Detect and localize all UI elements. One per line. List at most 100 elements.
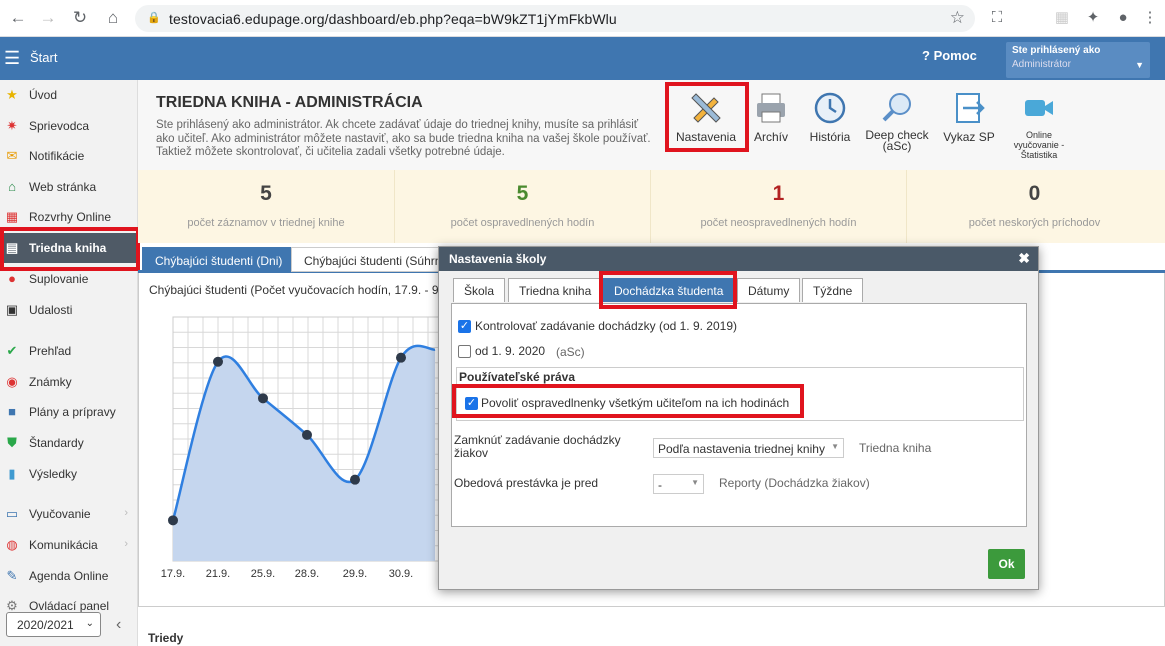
browser-toolbar: ← → ↻ ⌂ 🔒 testovacia6.edupage.org/dashbo…	[0, 0, 1165, 37]
x-tick-label: 25.9.	[251, 568, 275, 580]
lock-attendance-select[interactable]: Podľa nastavenia triednej knihy ▼	[653, 438, 844, 458]
chart: 17.9. 21.9. 25.9. 28.9. 29.9. 30.9.	[161, 316, 439, 580]
bar-chart-icon: ▮	[8, 466, 16, 481]
stat-records: 5 počet záznamov v triednej knihe	[138, 170, 394, 243]
archive-label: Archív	[753, 130, 788, 144]
year-value: 2020/2021	[17, 618, 74, 632]
chevron-down-icon: ⌄	[85, 618, 94, 629]
stat-value: 1	[772, 182, 785, 205]
stat-value: 0	[1028, 182, 1041, 205]
lock-icon: 🔒	[147, 12, 161, 24]
sidebar-item-komunikacia[interactable]: ◍ Komunikácia ›	[0, 530, 138, 560]
chart-point[interactable]	[258, 393, 268, 404]
lunch-break-label: Obedová prestávka je pred	[454, 476, 599, 490]
dialog-title: Nastavenia školy	[449, 252, 547, 266]
online-stats-button[interactable]: Online vyučovanie - Štatistika	[1004, 88, 1074, 160]
profile-icon[interactable]: ●	[1113, 8, 1133, 28]
sidebar-item-label: Web stránka	[29, 180, 97, 194]
envelope-icon: ✉	[6, 148, 18, 163]
chart-point[interactable]	[302, 429, 312, 440]
deep-check-button[interactable]: Deep check (aSc)	[862, 88, 932, 158]
ok-button[interactable]: Ok	[988, 549, 1025, 579]
lunch-break-select[interactable]: - ▼	[653, 474, 704, 494]
close-icon[interactable]: ✖	[1018, 250, 1030, 267]
chart-point[interactable]	[350, 474, 360, 485]
sidebar-item-label: Udalosti	[29, 303, 73, 317]
reload-icon[interactable]: ↻	[70, 8, 90, 28]
url-text: testovacia6.edupage.org/dashboard/eb.php…	[169, 11, 617, 27]
sidebar-item-uvod[interactable]: ★ Úvod	[0, 80, 138, 110]
sidebar-item-vysledky[interactable]: ▮ Výsledky	[0, 459, 138, 489]
settings-button[interactable]: Nastavenia	[671, 88, 741, 158]
user-role: Administrátor	[1012, 59, 1071, 70]
question-icon: ?	[922, 48, 934, 63]
magnifier-icon	[882, 93, 911, 122]
sidebar-item-suplovanie[interactable]: ● Suplovanie	[0, 264, 138, 294]
puzzle-icon[interactable]: ✦	[1083, 8, 1103, 28]
tab-skola[interactable]: Škola	[453, 278, 506, 302]
sidebar-item-label: Agenda Online	[29, 569, 109, 583]
sidebar-item-plany[interactable]: ■ Plány a prípravy	[0, 397, 138, 427]
check-attendance-control[interactable]: ✓	[458, 320, 471, 333]
user-rights-group: Používateľské práva ✓ Povoliť ospravedln…	[456, 367, 1024, 421]
x-tick-label: 21.9.	[206, 568, 230, 580]
school-settings-dialog: Nastavenia školy ✖ Škola Triedna kniha D…	[438, 246, 1039, 590]
collapse-sidebar-icon[interactable]: ‹	[116, 616, 121, 634]
tab-missing-days[interactable]: Chýbajúci študenti (Dni)	[142, 247, 296, 272]
sidebar-item-vyucovanie[interactable]: ▭ Vyučovanie ›	[0, 499, 138, 529]
caret-down-icon: ▼	[691, 478, 699, 487]
home-icon[interactable]: ⌂	[103, 8, 123, 28]
year-select[interactable]: 2020/2021 ⌄	[6, 612, 101, 637]
bookmark-star-icon[interactable]: ☆	[950, 8, 965, 28]
grade-icon: ◉	[6, 374, 18, 389]
sidebar-item-udalosti[interactable]: ▣ Udalosti	[0, 295, 138, 325]
extension-icon[interactable]: ▦	[1052, 8, 1072, 28]
sidebar-item-rozvrhy[interactable]: ▦ Rozvrhy Online	[0, 202, 138, 232]
check-allow-excuses[interactable]: ✓	[465, 397, 478, 410]
sidebar-item-triedna-kniha[interactable]: ▤ Triedna kniha	[0, 233, 138, 263]
stat-late: 0 počet neskorých príchodov	[906, 170, 1162, 243]
tab-dochadzka[interactable]: Dochádzka študenta	[603, 278, 735, 302]
forward-icon[interactable]: →	[38, 8, 58, 28]
chart-point[interactable]	[168, 515, 178, 526]
sidebar-item-agenda[interactable]: ✎ Agenda Online	[0, 561, 138, 591]
screen-capture-icon[interactable]: ⛶	[987, 8, 1007, 28]
person-icon: ●	[8, 271, 16, 286]
more-icon[interactable]: ⋮	[1140, 8, 1160, 28]
tab-triedna-kniha[interactable]: Triedna kniha	[508, 278, 603, 302]
tab-missing-summary[interactable]: Chýbajúci študenti (Súhrn	[291, 247, 439, 272]
sidebar-item-label: Suplovanie	[29, 272, 89, 286]
sidebar-item-standardy[interactable]: ⛊ Štandardy	[0, 428, 138, 458]
stat-label: počet záznamov v triednej knihe	[187, 217, 345, 229]
help-link[interactable]: ? Pomoc	[922, 48, 977, 63]
check-from-date[interactable]	[458, 345, 471, 358]
chart-point[interactable]	[396, 352, 406, 363]
x-tick-label: 17.9.	[161, 568, 185, 580]
chart-title: Chýbajúci študenti (Počet vyučovacích ho…	[149, 283, 439, 297]
tab-tyzdne[interactable]: Týždne	[802, 278, 864, 302]
sidebar-item-web[interactable]: ⌂ Web stránka	[0, 172, 138, 202]
sidebar-item-label: Ovládací panel	[29, 599, 110, 613]
sidebar-item-znamky[interactable]: ◉ Známky	[0, 367, 138, 397]
address-bar[interactable]: 🔒 testovacia6.edupage.org/dashboard/eb.p…	[135, 5, 975, 32]
dialog-panel: ✓ Kontrolovať zadávanie dochádzky (od 1.…	[451, 303, 1027, 527]
tab-datumy[interactable]: Dátumy	[737, 278, 801, 302]
sidebar-item-prehlad[interactable]: ✔ Prehľad	[0, 336, 138, 366]
sidebar-item-label: Komunikácia	[29, 538, 98, 552]
from-date-label: od 1. 9. 2020	[475, 344, 546, 358]
chart-point[interactable]	[213, 356, 223, 367]
chevron-right-icon: ›	[124, 538, 128, 550]
start-link[interactable]: Štart	[30, 50, 57, 65]
sidebar-item-notifikacie[interactable]: ✉ Notifikácie	[0, 141, 138, 171]
sidebar-item-label: Výsledky	[29, 467, 78, 481]
x-tick-label: 28.9.	[295, 568, 319, 580]
menu-icon[interactable]: ☰	[4, 49, 20, 67]
home-icon: ⌂	[8, 179, 16, 194]
back-icon[interactable]: ←	[8, 8, 28, 28]
user-menu[interactable]: Ste prihlásený ako Administrátor ▼	[1006, 42, 1150, 78]
history-button[interactable]: História	[795, 88, 865, 158]
caret-down-icon: ▼	[831, 442, 839, 451]
sidebar-item-sprievodca[interactable]: ✷ Sprievodca	[0, 111, 138, 141]
page-description: Ste prihlásený ako administrátor. Ak chc…	[156, 119, 651, 158]
vykaz-sp-button[interactable]: Vykaz SP	[934, 88, 1004, 158]
